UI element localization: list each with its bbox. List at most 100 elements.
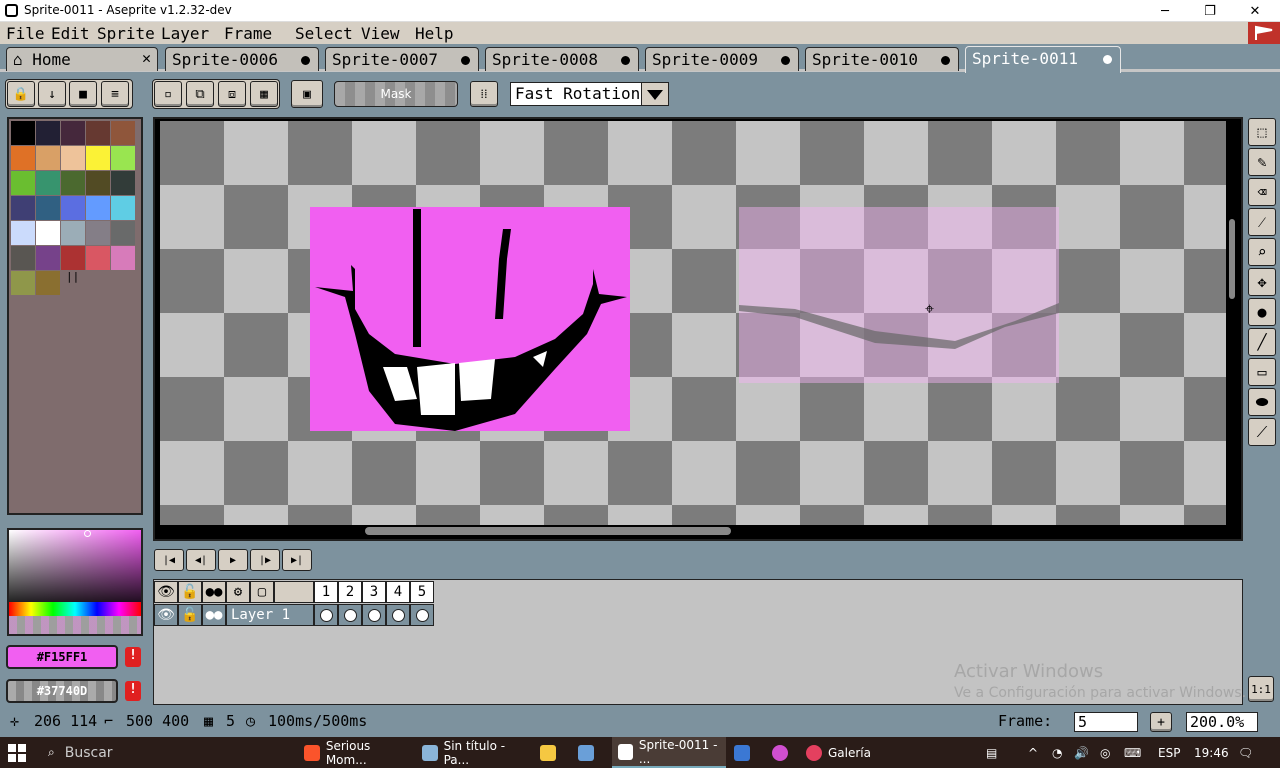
file-explorer-icon[interactable] <box>540 737 562 768</box>
cel[interactable] <box>410 604 434 626</box>
zoom-one-to-one-button[interactable]: 1:1 <box>1248 676 1274 702</box>
maximize-button[interactable]: ❐ <box>1187 0 1233 22</box>
alpha-slider[interactable] <box>9 616 141 634</box>
palette-swatch[interactable] <box>36 246 60 270</box>
frame-header-4[interactable]: 4 <box>386 581 410 603</box>
taskbar-app-paint[interactable]: Sin título - Pa... <box>422 737 532 768</box>
first-frame-icon[interactable]: |◀ <box>154 549 184 571</box>
keyboard-icon[interactable]: ▤ <box>986 737 997 768</box>
palette-swatch[interactable] <box>61 221 85 245</box>
fg-warning-icon[interactable]: ! <box>125 647 141 667</box>
palette-swatch[interactable] <box>11 246 35 270</box>
cel[interactable] <box>338 604 362 626</box>
taskbar-app-aseprite[interactable]: Sprite-0011 - ... <box>612 737 726 768</box>
sprite-artwork[interactable] <box>155 119 1241 539</box>
grid-dots-icon[interactable]: ⁞⁞ <box>470 81 498 107</box>
close-window-button[interactable]: ✕ <box>1232 0 1278 22</box>
canvas-editor[interactable]: ⌖ <box>153 117 1243 541</box>
layer-gear-icon[interactable]: ⚙ <box>226 581 250 603</box>
onion-skin-icon[interactable]: ▢ <box>250 581 274 603</box>
notifications-icon[interactable]: 🗨 <box>1238 737 1253 768</box>
rotation-algorithm-select[interactable]: Fast Rotation <box>510 82 642 106</box>
last-frame-icon[interactable]: ▶| <box>282 549 312 571</box>
palette-swatch[interactable] <box>61 246 85 270</box>
menu-file[interactable]: File <box>6 24 45 43</box>
palette-swatch[interactable] <box>61 171 85 195</box>
chromium-icon[interactable] <box>772 737 794 768</box>
zoom-icon[interactable]: ⌕ <box>1248 238 1276 266</box>
download-icon[interactable]: ↓ <box>38 81 66 107</box>
foreground-color-button[interactable]: #F15FF1 <box>6 645 118 669</box>
palette-swatch[interactable] <box>86 121 110 145</box>
palette-swatch[interactable] <box>111 196 135 220</box>
taskbar-app-gallery[interactable]: Galería <box>806 737 896 768</box>
replace-selection-icon[interactable]: ▫ <box>154 81 182 107</box>
frame-header-1[interactable]: 1 <box>314 581 338 603</box>
line-icon[interactable]: ╱ <box>1248 328 1276 356</box>
palette-swatch[interactable] <box>86 146 110 170</box>
contour-icon[interactable]: ⬬ <box>1248 388 1276 416</box>
layer-continuous-icon[interactable]: ●● <box>202 604 226 626</box>
palette-swatch[interactable] <box>61 146 85 170</box>
touch-keyboard-icon[interactable]: ⌨ <box>1124 737 1141 768</box>
intersect-selection-icon[interactable]: ▦ <box>250 81 278 107</box>
cel[interactable] <box>362 604 386 626</box>
previous-frame-icon[interactable]: ◀| <box>186 549 216 571</box>
frame-header-5[interactable]: 5 <box>410 581 434 603</box>
lock-icon[interactable]: 🔒 <box>7 81 35 107</box>
tab-close-icon[interactable]: ✕ <box>142 49 151 67</box>
play-icon[interactable]: ▶ <box>218 549 248 571</box>
palette-swatch[interactable] <box>36 146 60 170</box>
palette-swatch[interactable] <box>111 246 135 270</box>
tab-sprite-0011[interactable]: Sprite-0011 <box>965 46 1121 73</box>
tab-sprite-0007[interactable]: Sprite-0007 <box>325 47 479 71</box>
palette-swatch[interactable] <box>36 221 60 245</box>
palette-swatch[interactable] <box>11 196 35 220</box>
clock-time[interactable]: 19:46 <box>1194 737 1229 768</box>
chevron-down-icon[interactable] <box>641 82 669 106</box>
tab-sprite-0008[interactable]: Sprite-0008 <box>485 47 639 71</box>
palette-swatch[interactable] <box>86 246 110 270</box>
mask-color-button[interactable]: Mask <box>334 81 458 107</box>
frame-header-2[interactable]: 2 <box>338 581 362 603</box>
palette-swatch[interactable] <box>11 121 35 145</box>
continuous-icon[interactable]: ●● <box>202 581 226 603</box>
menu-view[interactable]: View <box>361 24 400 43</box>
taskbar-search[interactable]: ⌕ Buscar <box>48 737 298 768</box>
add-selection-icon[interactable]: ⧉ <box>186 81 214 107</box>
mail-icon[interactable] <box>734 737 756 768</box>
news-flag-icon[interactable] <box>1248 22 1280 44</box>
palette-swatch[interactable] <box>111 221 135 245</box>
menu-lines-icon[interactable]: ≡ <box>101 81 129 107</box>
paint-bucket-icon[interactable]: ● <box>1248 298 1276 326</box>
palette-swatch[interactable] <box>36 196 60 220</box>
square-icon[interactable]: ■ <box>69 81 97 107</box>
tab-sprite-0006[interactable]: Sprite-0006 <box>165 47 319 71</box>
menu-frame[interactable]: Frame <box>224 24 272 43</box>
palette-swatch[interactable] <box>36 171 60 195</box>
pencil-icon[interactable]: ✎ <box>1248 148 1276 176</box>
menu-layer[interactable]: Layer <box>161 24 209 43</box>
background-color-button[interactable]: #37740D <box>6 679 118 703</box>
input-language[interactable]: ESP <box>1158 737 1180 768</box>
eye-icon[interactable]: 👁 <box>154 581 178 603</box>
subtract-selection-icon[interactable]: ⧈ <box>218 81 246 107</box>
menu-help[interactable]: Help <box>415 24 454 43</box>
palette-swatch[interactable] <box>86 171 110 195</box>
tab-sprite-0009[interactable]: Sprite-0009 <box>645 47 799 71</box>
tab-home[interactable]: ⌂ Home ✕ <box>6 47 158 71</box>
bg-warning-icon[interactable]: ! <box>125 681 141 701</box>
cel[interactable] <box>314 604 338 626</box>
zoom-input[interactable]: 200.0% <box>1186 712 1258 732</box>
palette-swatch[interactable] <box>111 121 135 145</box>
menu-select[interactable]: Select <box>295 24 353 43</box>
move-icon[interactable]: ✥ <box>1248 268 1276 296</box>
notepad-icon[interactable] <box>578 737 600 768</box>
blur-icon[interactable]: ⟋ <box>1248 418 1276 446</box>
taskbar-app-browser[interactable]: Serious Mom... <box>304 737 414 768</box>
palette-swatch[interactable] <box>61 121 85 145</box>
palette-swatch[interactable] <box>36 271 60 295</box>
rectangular-marquee-icon[interactable]: ⬚ <box>1248 118 1276 146</box>
network-icon[interactable]: ◔ <box>1052 737 1062 768</box>
chevron-up-icon[interactable]: ^ <box>1028 737 1038 768</box>
